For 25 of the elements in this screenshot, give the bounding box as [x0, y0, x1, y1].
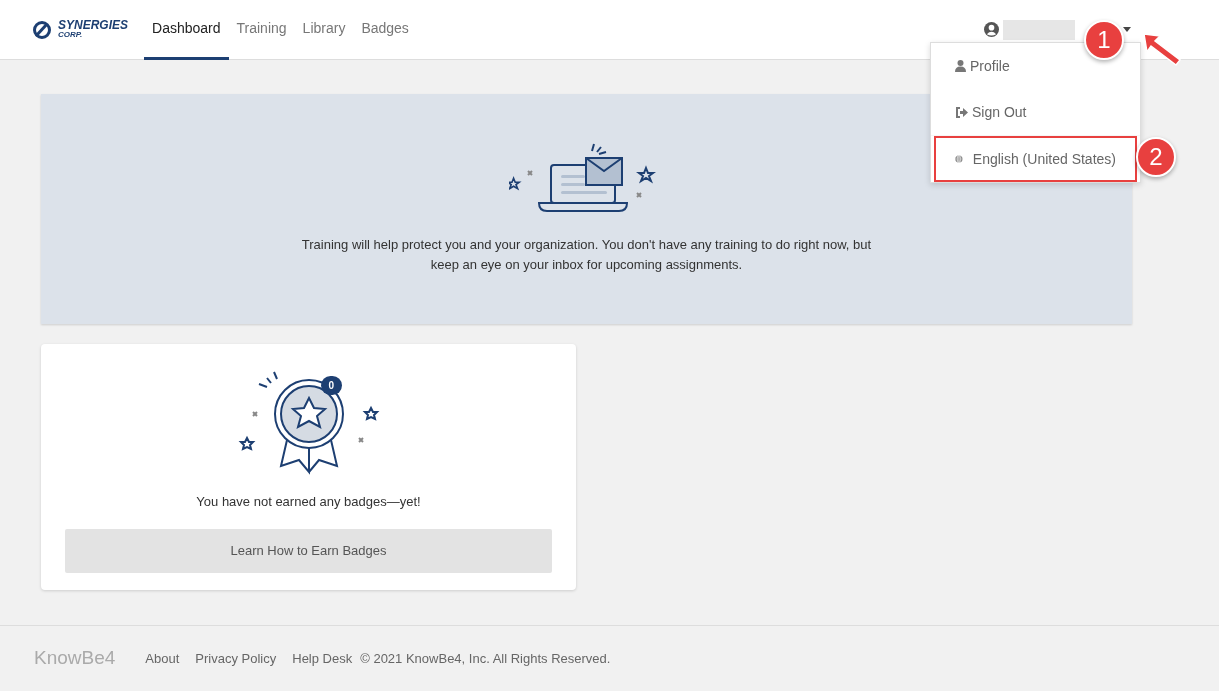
learn-badges-button[interactable]: Learn How to Earn Badges	[65, 528, 552, 573]
logo-icon	[32, 20, 54, 39]
logo-text: SYNERGIES	[58, 20, 129, 30]
nav-tab[interactable]: Library	[294, 0, 354, 60]
user-icon	[984, 22, 999, 37]
caret-icon[interactable]	[1123, 27, 1131, 32]
copyright-text: © 2021 KnowBe4, Inc. All Rights Reserved.	[360, 649, 611, 668]
footer-logo: KnowBe4	[34, 646, 116, 671]
logo-subtext: CORP.	[58, 30, 84, 39]
nav-tab[interactable]: Dashboard	[144, 0, 229, 60]
footer-link[interactable]: Help Desk	[292, 648, 353, 669]
badges-message: You have not earned any badges—yet!	[196, 493, 421, 511]
globe-icon	[955, 153, 963, 165]
badge-count: 0	[320, 376, 343, 395]
training-message: Training will help protect you and your organization. You don't have any training to do right now, but keep an eye on your inbox for upcoming assignments.	[300, 236, 873, 274]
footer-link[interactable]: Privacy Policy	[195, 648, 277, 669]
footer-link[interactable]: About	[145, 648, 180, 669]
menu-item[interactable]: Profile	[931, 43, 1034, 89]
sign-out-icon	[955, 106, 968, 118]
callout-marker: 2	[1136, 137, 1176, 177]
person-icon	[955, 60, 966, 72]
nav-tab[interactable]: Training	[228, 0, 295, 60]
nav-tab[interactable]: Badges	[353, 0, 417, 60]
menu-item[interactable]: Sign Out	[931, 89, 1051, 135]
menu-item[interactable]: English (United States)	[934, 136, 1137, 182]
